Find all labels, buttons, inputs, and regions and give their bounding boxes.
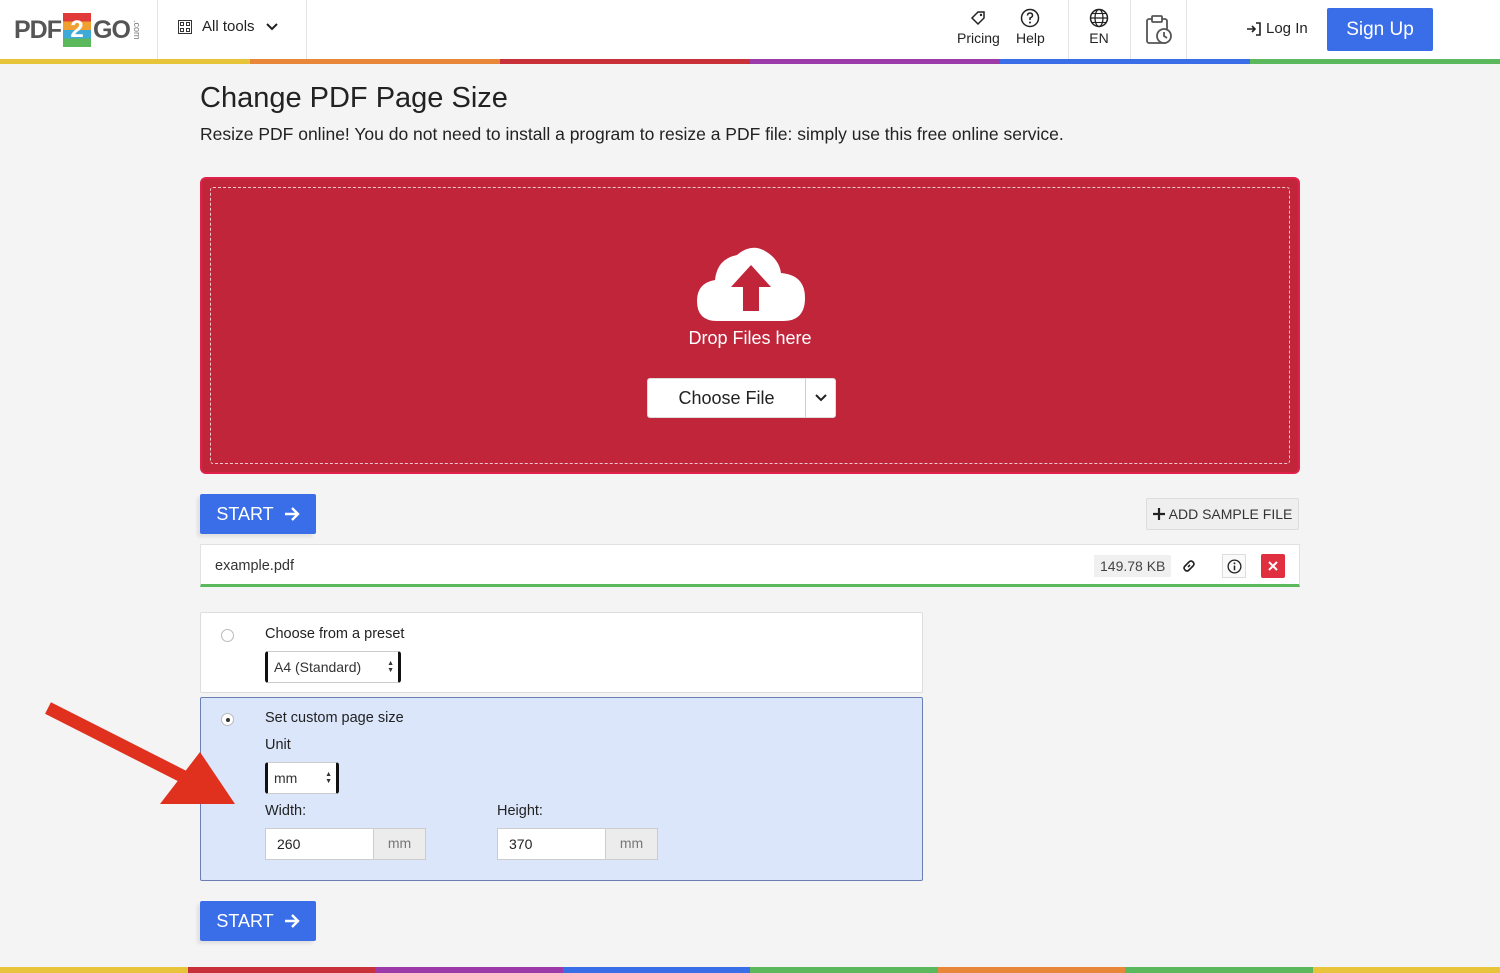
preset-radio[interactable]	[221, 629, 234, 642]
logo-text-go: GO	[93, 15, 131, 44]
close-icon	[1268, 561, 1278, 571]
start-button-top[interactable]: START	[200, 494, 316, 534]
chevron-down-icon	[265, 22, 278, 30]
footer-rainbow-bar	[0, 967, 1500, 973]
globe-icon	[1089, 8, 1109, 28]
header-divider	[1068, 0, 1069, 59]
choose-file-dropdown[interactable]	[806, 379, 835, 417]
remove-file-button[interactable]	[1261, 554, 1285, 578]
red-annotation-arrow-icon	[45, 702, 235, 804]
question-circle-icon	[1020, 8, 1040, 28]
uploaded-file-row: example.pdf 149.78 KB	[200, 544, 1300, 587]
start-label: START	[216, 503, 274, 524]
preset-select[interactable]: A4 (Standard) ▲ ▼	[265, 651, 401, 683]
custom-size-label: Set custom page size	[265, 710, 404, 726]
all-tools-label: All tools	[202, 18, 255, 35]
unit-select[interactable]: mm ▲ ▼	[265, 762, 339, 794]
arrow-right-icon	[284, 507, 300, 521]
language-label: EN	[1089, 30, 1109, 46]
pricing-link[interactable]: Pricing	[957, 8, 1000, 46]
top-header: PDF 2 GO .com All tools Pricing Help EN	[0, 0, 1500, 60]
preset-select-value: A4 (Standard)	[274, 659, 362, 675]
width-input[interactable]: 260	[265, 828, 374, 860]
help-link[interactable]: Help	[1016, 8, 1045, 46]
all-tools-menu[interactable]: All tools	[178, 18, 279, 35]
copy-link-button[interactable]	[1177, 554, 1201, 578]
chevron-down-icon	[814, 394, 827, 402]
start-label: START	[216, 910, 274, 931]
height-field: 370 mm	[497, 828, 658, 860]
page-subtitle: Resize PDF online! You do not need to in…	[200, 124, 1064, 144]
add-sample-label: ADD SAMPLE FILE	[1168, 506, 1293, 522]
file-name: example.pdf	[215, 558, 294, 574]
height-unit-addon: mm	[606, 828, 658, 860]
header-divider	[1186, 0, 1187, 59]
header-divider	[157, 0, 158, 59]
arrow-right-icon	[284, 914, 300, 928]
link-icon	[1183, 560, 1195, 572]
custom-size-option-box: Set custom page size Unit mm ▲ ▼ Width: H…	[200, 697, 923, 881]
file-dropzone[interactable]: Drop Files here Choose File	[200, 177, 1300, 474]
drop-files-text: Drop Files here	[688, 328, 812, 348]
file-info-button[interactable]	[1222, 554, 1246, 578]
plus-icon	[1152, 508, 1165, 520]
pricing-label: Pricing	[957, 30, 1000, 46]
logo-text-2: 2	[63, 13, 91, 47]
select-arrows-icon: ▲ ▼	[387, 660, 394, 674]
logo-text-com: .com	[131, 20, 142, 40]
width-unit-addon: mm	[374, 828, 426, 860]
start-button-bottom[interactable]: START	[200, 901, 316, 941]
log-in-label: Log In	[1266, 20, 1308, 37]
unit-select-value: mm	[274, 770, 298, 786]
tag-icon	[968, 8, 988, 28]
add-sample-file-button[interactable]: ADD SAMPLE FILE	[1146, 498, 1299, 530]
preset-label: Choose from a preset	[265, 626, 405, 642]
header-rainbow-bar	[0, 59, 1500, 64]
preset-option-box: Choose from a preset A4 (Standard) ▲ ▼	[200, 612, 923, 693]
sign-in-icon	[1247, 21, 1261, 36]
logo-text-pdf: PDF	[14, 15, 62, 44]
unit-label: Unit	[265, 737, 291, 753]
page-title: Change PDF Page Size	[200, 82, 508, 114]
grid-icon	[178, 19, 192, 34]
history-button[interactable]	[1144, 14, 1174, 49]
info-circle-icon	[1226, 558, 1242, 574]
select-arrows-icon: ▲ ▼	[325, 771, 332, 785]
help-label: Help	[1016, 30, 1045, 46]
width-label: Width:	[265, 803, 307, 819]
header-divider	[306, 0, 307, 59]
pdf2go-logo[interactable]: PDF 2 GO .com	[14, 12, 142, 48]
choose-file-button[interactable]: Choose File	[648, 379, 806, 417]
choose-file-control: Choose File	[647, 378, 836, 418]
cloud-upload-icon	[697, 247, 805, 321]
language-selector[interactable]: EN	[1089, 8, 1109, 46]
header-divider	[1130, 0, 1131, 59]
log-in-link[interactable]: Log In	[1246, 20, 1308, 37]
sign-up-button[interactable]: Sign Up	[1327, 8, 1433, 51]
width-field: 260 mm	[265, 828, 426, 860]
height-input[interactable]: 370	[497, 828, 606, 860]
clipboard-clock-icon	[1144, 14, 1174, 49]
file-size-badge: 149.78 KB	[1094, 555, 1172, 577]
dropzone-dashed-border	[210, 187, 1290, 464]
height-label: Height:	[497, 803, 543, 819]
